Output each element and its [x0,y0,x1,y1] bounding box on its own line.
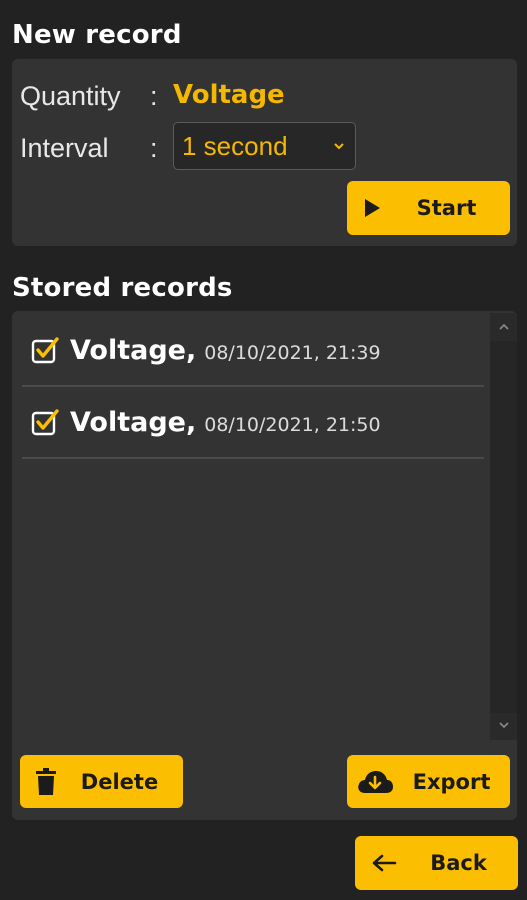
interval-colon: : [150,133,158,163]
start-button[interactable]: Start [347,181,510,235]
app-root: New record Quantity : Voltage Interval :… [0,0,527,900]
interval-select[interactable]: 1 second [173,122,356,170]
delete-button-label: Delete [80,769,159,794]
trash-icon [20,767,72,796]
record-name: Voltage, [70,334,197,366]
checkbox-checked-icon[interactable] [30,335,60,365]
list-item[interactable]: Voltage, 08/10/2021, 21:50 [22,387,484,459]
play-icon [347,198,397,218]
record-timestamp: 08/10/2021, 21:39 [204,342,381,364]
chevron-down-icon [334,143,344,150]
list-item[interactable]: Voltage, 08/10/2021, 21:39 [22,315,484,387]
export-button-label: Export [412,769,491,794]
stored-records-title: Stored records [12,273,233,303]
interval-select-value: 1 second [182,130,288,161]
back-button-label: Back [430,851,487,875]
delete-button[interactable]: Delete [20,755,183,808]
scrollbar-track[interactable] [490,341,517,713]
records-scrollbar[interactable] [490,313,517,740]
back-button[interactable]: Back [355,836,518,890]
export-button[interactable]: Export [347,755,510,808]
quantity-label: Quantity [20,81,121,111]
new-record-title: New record [12,20,182,50]
arrow-left-icon [355,853,413,873]
new-record-panel: Quantity : Voltage Interval : 1 second S… [12,59,517,246]
interval-label: Interval [20,133,109,163]
checkbox-checked-icon[interactable] [30,407,60,437]
quantity-value: Voltage [173,80,285,110]
scroll-up-icon[interactable] [490,315,517,339]
record-timestamp: 08/10/2021, 21:50 [204,414,381,436]
records-list: Voltage, 08/10/2021, 21:39 Voltage, 08/1… [12,313,488,740]
scroll-down-icon[interactable] [490,713,517,737]
record-name: Voltage, [70,406,197,438]
cloud-download-icon [347,769,403,795]
quantity-colon: : [150,81,158,111]
start-button-label: Start [416,196,477,220]
